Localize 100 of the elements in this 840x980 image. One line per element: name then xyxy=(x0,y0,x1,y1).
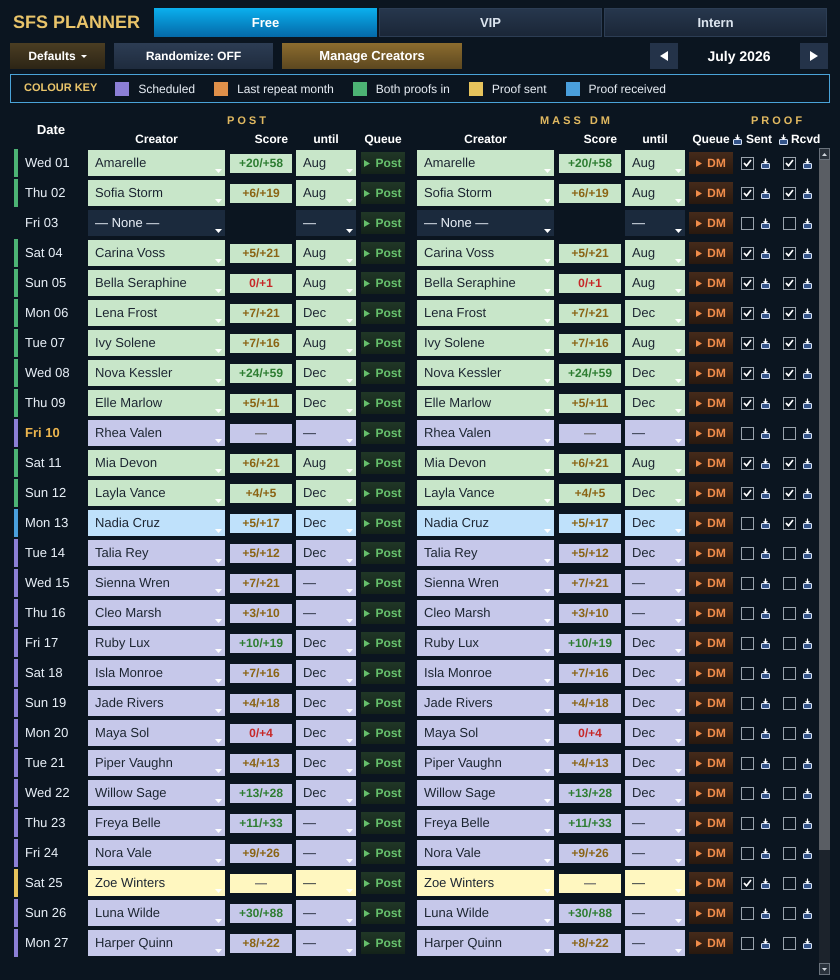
until-dropdown[interactable]: Dec xyxy=(296,630,356,656)
checkbox[interactable] xyxy=(741,156,754,170)
until-dropdown[interactable]: Aug xyxy=(296,150,356,176)
queue-button[interactable]: DM xyxy=(689,722,733,744)
checkbox[interactable] xyxy=(783,846,796,860)
creator-dropdown[interactable]: Elle Marlow xyxy=(88,390,225,416)
until-dropdown[interactable]: Aug xyxy=(625,150,685,176)
next-month-button[interactable] xyxy=(800,43,828,69)
checkbox[interactable] xyxy=(741,486,754,500)
queue-button[interactable]: DM xyxy=(689,632,733,654)
queue-button[interactable]: Post xyxy=(361,752,405,774)
until-dropdown[interactable]: Dec xyxy=(296,660,356,686)
tray-icon[interactable] xyxy=(761,908,770,918)
creator-dropdown[interactable]: Nadia Cruz xyxy=(417,510,554,536)
checkbox[interactable] xyxy=(783,426,796,440)
until-dropdown[interactable]: Dec xyxy=(625,300,685,326)
queue-button[interactable]: DM xyxy=(689,662,733,684)
tray-icon[interactable] xyxy=(803,758,812,768)
tray-icon[interactable] xyxy=(761,188,770,198)
scrollbar-thumb[interactable] xyxy=(819,160,830,850)
tray-icon[interactable] xyxy=(803,248,812,258)
checkbox[interactable] xyxy=(741,906,754,920)
tray-icon[interactable] xyxy=(761,248,770,258)
checkbox[interactable] xyxy=(783,396,796,410)
checkbox[interactable] xyxy=(783,336,796,350)
checkbox[interactable] xyxy=(783,786,796,800)
checkbox[interactable] xyxy=(741,726,754,740)
tray-icon[interactable] xyxy=(761,848,770,858)
checkbox[interactable] xyxy=(783,366,796,380)
creator-dropdown[interactable]: Amarelle xyxy=(417,150,554,176)
tray-icon[interactable] xyxy=(803,818,812,828)
creator-dropdown[interactable]: Isla Monroe xyxy=(417,660,554,686)
creator-dropdown[interactable]: Lena Frost xyxy=(417,300,554,326)
checkbox[interactable] xyxy=(783,516,796,530)
queue-button[interactable]: Post xyxy=(361,512,405,534)
queue-button[interactable]: DM xyxy=(689,362,733,384)
queue-button[interactable]: Post xyxy=(361,782,405,804)
creator-dropdown[interactable]: Nora Vale xyxy=(417,840,554,866)
tray-icon[interactable] xyxy=(803,488,812,498)
tray-icon[interactable] xyxy=(761,938,770,948)
checkbox[interactable] xyxy=(741,276,754,290)
creator-dropdown[interactable]: Piper Vaughn xyxy=(417,750,554,776)
until-dropdown[interactable]: — xyxy=(625,600,685,626)
queue-button[interactable]: Post xyxy=(361,662,405,684)
until-dropdown[interactable]: Aug xyxy=(625,450,685,476)
creator-dropdown[interactable]: Talia Rey xyxy=(88,540,225,566)
until-dropdown[interactable]: Dec xyxy=(625,510,685,536)
creator-dropdown[interactable]: Maya Sol xyxy=(417,720,554,746)
tray-icon[interactable] xyxy=(761,368,770,378)
creator-dropdown[interactable]: Willow Sage xyxy=(88,780,225,806)
creator-dropdown[interactable]: Cleo Marsh xyxy=(417,600,554,626)
creator-dropdown[interactable]: Jade Rivers xyxy=(417,690,554,716)
queue-button[interactable]: Post xyxy=(361,932,405,954)
tray-icon[interactable] xyxy=(803,548,812,558)
creator-dropdown[interactable]: Ivy Solene xyxy=(88,330,225,356)
until-dropdown[interactable]: — xyxy=(625,810,685,836)
creator-dropdown[interactable]: Layla Vance xyxy=(88,480,225,506)
tray-icon[interactable] xyxy=(803,728,812,738)
until-dropdown[interactable]: Dec xyxy=(625,690,685,716)
creator-dropdown[interactable]: Sienna Wren xyxy=(88,570,225,596)
until-dropdown[interactable]: Aug xyxy=(296,240,356,266)
checkbox[interactable] xyxy=(741,576,754,590)
tab[interactable]: VIP xyxy=(379,8,602,37)
creator-dropdown[interactable]: Carina Voss xyxy=(88,240,225,266)
creator-dropdown[interactable]: Nova Kessler xyxy=(417,360,554,386)
checkbox[interactable] xyxy=(783,546,796,560)
until-dropdown[interactable]: Dec xyxy=(625,540,685,566)
creator-dropdown[interactable]: Mia Devon xyxy=(88,450,225,476)
manage-creators-button[interactable]: Manage Creators xyxy=(282,43,462,69)
queue-button[interactable]: DM xyxy=(689,932,733,954)
creator-dropdown[interactable]: Layla Vance xyxy=(417,480,554,506)
checkbox[interactable] xyxy=(741,876,754,890)
creator-dropdown[interactable]: Bella Seraphine xyxy=(417,270,554,296)
until-dropdown[interactable]: — xyxy=(625,870,685,896)
queue-button[interactable]: Post xyxy=(361,572,405,594)
tray-icon[interactable] xyxy=(761,458,770,468)
queue-button[interactable]: Post xyxy=(361,632,405,654)
creator-dropdown[interactable]: Sofia Storm xyxy=(417,180,554,206)
queue-button[interactable]: Post xyxy=(361,722,405,744)
creator-dropdown[interactable]: Rhea Valen xyxy=(417,420,554,446)
tray-icon[interactable] xyxy=(803,338,812,348)
scroll-up-button[interactable] xyxy=(819,148,830,160)
until-dropdown[interactable]: — xyxy=(625,420,685,446)
queue-button[interactable]: DM xyxy=(689,542,733,564)
tray-icon[interactable] xyxy=(803,428,812,438)
creator-dropdown[interactable]: Piper Vaughn xyxy=(88,750,225,776)
until-dropdown[interactable]: — xyxy=(296,870,356,896)
checkbox[interactable] xyxy=(783,906,796,920)
creator-dropdown[interactable]: Mia Devon xyxy=(417,450,554,476)
until-dropdown[interactable]: Dec xyxy=(625,660,685,686)
until-dropdown[interactable]: — xyxy=(296,210,356,236)
tray-icon[interactable] xyxy=(761,488,770,498)
creator-dropdown[interactable]: — None — xyxy=(417,210,554,236)
queue-button[interactable]: Post xyxy=(361,842,405,864)
tray-icon[interactable] xyxy=(761,428,770,438)
tab[interactable]: Free xyxy=(154,8,377,37)
creator-dropdown[interactable]: Willow Sage xyxy=(417,780,554,806)
creator-dropdown[interactable]: Freya Belle xyxy=(88,810,225,836)
tray-icon[interactable] xyxy=(761,638,770,648)
tray-icon[interactable] xyxy=(803,368,812,378)
